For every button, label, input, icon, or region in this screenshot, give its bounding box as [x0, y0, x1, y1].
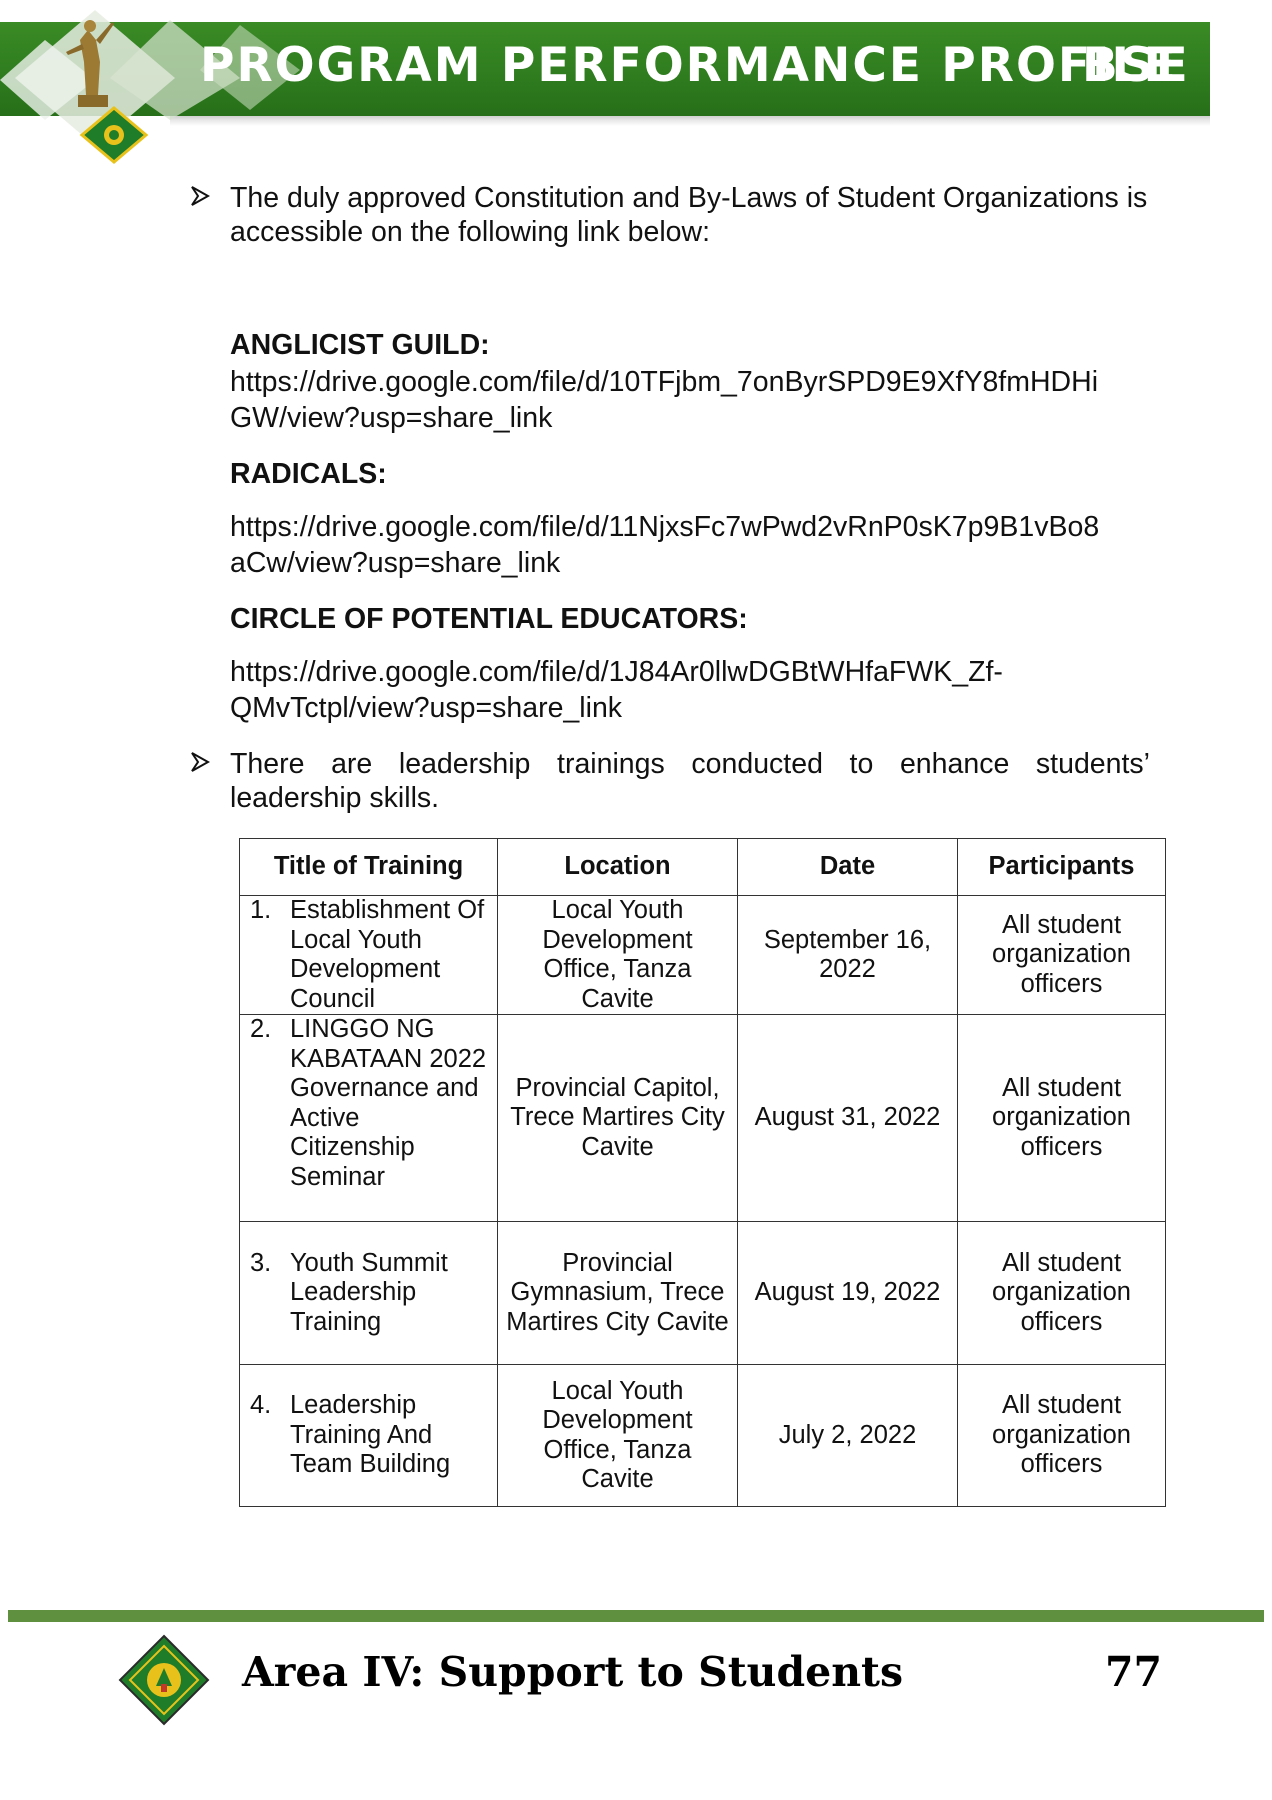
- footer-rule: [8, 1610, 1264, 1622]
- org-name: RADICALS:: [230, 458, 387, 490]
- org-link[interactable]: https://drive.google.com/file/d/1J84Ar0l…: [230, 654, 1170, 726]
- org-link[interactable]: https://drive.google.com/file/d/11NjxsFc…: [230, 509, 1170, 581]
- participants-cell: All student organization officers: [957, 1221, 1166, 1365]
- org-circle-of-potential-educators: CIRCLE OF POTENTIAL EDUCATORS: https://d…: [230, 602, 1170, 726]
- location-cell: Local Youth Development Office, Tanza Ca…: [497, 1364, 738, 1507]
- date-cell: July 2, 2022: [737, 1364, 958, 1507]
- location-cell: Local Youth Development Office, Tanza Ca…: [497, 895, 738, 1015]
- leadership-text: There are leadership trainings conducted…: [230, 748, 1150, 814]
- training-title-cell: 3. Youth Summit Leadership Training: [239, 1221, 498, 1365]
- table-header-row: Title of Training Location Date Particip…: [239, 838, 1166, 896]
- arrow-bullet-icon: [191, 186, 210, 206]
- participants-cell: All student organization officers: [957, 1364, 1166, 1507]
- column-header-date: Date: [737, 838, 958, 896]
- university-seal-icon: [118, 1634, 210, 1726]
- org-link[interactable]: https://drive.google.com/file/d/10TFjbm_…: [230, 364, 1170, 436]
- location-cell: Provincial Capitol, Trece Martires City …: [497, 1014, 738, 1222]
- trainings-table: Title of Training Location Date Particip…: [239, 838, 1166, 1507]
- table-row: 3. Youth Summit Leadership Training Prov…: [239, 1221, 1166, 1365]
- location-cell: Provincial Gymnasium, Trece Martires Cit…: [497, 1221, 738, 1365]
- training-title-cell: 1. Establishment Of Local Youth Developm…: [239, 895, 498, 1015]
- date-cell: August 19, 2022: [737, 1221, 958, 1365]
- participants-cell: All student organization officers: [957, 895, 1166, 1015]
- footer-area-title: Area IV: Support to Students: [242, 1648, 904, 1696]
- leadership-bullet: There are leadership trainings conducted…: [190, 747, 1150, 815]
- date-cell: August 31, 2022: [737, 1014, 958, 1222]
- intro-text: The duly approved Constitution and By-La…: [230, 182, 1148, 248]
- participants-cell: All student organization officers: [957, 1014, 1166, 1222]
- org-name: ANGLICIST GUILD:: [230, 329, 490, 361]
- column-header-participants: Participants: [957, 838, 1166, 896]
- table-row: 1. Establishment Of Local Youth Developm…: [239, 895, 1166, 1015]
- training-title-cell: 2. LINGGO NG KABATAAN 2022 Governance an…: [239, 1014, 498, 1222]
- table-row: 2. LINGGO NG KABATAAN 2022 Governance an…: [239, 1014, 1166, 1222]
- page-header-title: PROGRAM PERFORMANCE PROFILE: [200, 38, 1178, 93]
- date-cell: September 16, 2022: [737, 895, 958, 1015]
- column-header-title: Title of Training: [239, 838, 498, 896]
- org-anglicist-guild: ANGLICIST GUILD: https://drive.google.co…: [230, 328, 1170, 436]
- page-number: 77: [1105, 1648, 1163, 1696]
- table-row: 4. Leadership Training And Team Building…: [239, 1364, 1166, 1507]
- arrow-bullet-icon: [191, 752, 210, 772]
- column-header-location: Location: [497, 838, 738, 896]
- intro-bullet: The duly approved Constitution and By-La…: [190, 181, 1150, 249]
- org-radicals: RADICALS: https://drive.google.com/file/…: [230, 457, 1170, 581]
- program-code: BSE: [1082, 38, 1190, 93]
- training-title-cell: 4. Leadership Training And Team Building: [239, 1364, 498, 1507]
- org-name: CIRCLE OF POTENTIAL EDUCATORS:: [230, 603, 748, 635]
